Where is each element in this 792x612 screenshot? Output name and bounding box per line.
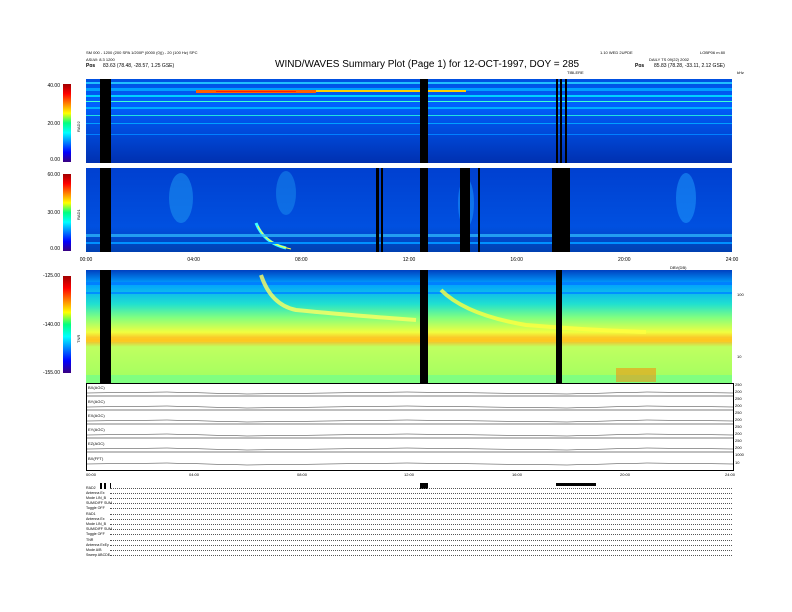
param-rule [110, 534, 732, 535]
param-3: SUM/DIFF SUM [86, 501, 112, 505]
x-tick-08: 08:00 [295, 257, 308, 263]
tnr-right-tick-10: 10 [737, 354, 742, 359]
x-tick-12: 12:00 [402, 257, 416, 263]
line-panel-right-1a: 250 [735, 396, 742, 401]
param-rule [110, 488, 732, 489]
param-rule [110, 529, 732, 530]
param-rule [110, 493, 732, 494]
header-khz-tag: kHz [737, 70, 744, 75]
header-top-left-pos-label: Pos [86, 63, 96, 69]
line-panel-right-4a: 250 [735, 438, 742, 443]
header-mid-tag: TIBLERE [567, 70, 584, 75]
line-panel-label-1: BY(AGC) [88, 399, 105, 404]
param-rule [110, 550, 732, 551]
rad1-ytick-top: 60.00 [47, 172, 60, 178]
param-1: Antenna Ex [86, 491, 105, 495]
rad1-ytick-mid: 30.00 [47, 210, 60, 216]
rad2-ytick-bottom: 0.00 [50, 157, 60, 163]
page-title: WIND/WAVES Summary Plot (Page 1) for 12-… [275, 59, 580, 70]
header-top-mid-right: 1.10 WED 2UPDE [600, 50, 633, 55]
param-9: Toggle OFF [86, 532, 105, 536]
tnr-ytick-bottom: -155.00 [43, 370, 60, 376]
param-5: RAD1 [86, 512, 96, 516]
tnr-right-tick-100: 100 [737, 292, 744, 297]
tnr-ytick-top: -125.00 [43, 273, 60, 279]
param-7: Mode LIN_B [86, 522, 106, 526]
line-panel-right-2a: 250 [735, 410, 742, 415]
rad2-spectrogram [86, 79, 732, 163]
param-rule [110, 524, 732, 525]
rad2-colorbar [63, 84, 71, 162]
line-panel-right-2b: 200 [735, 417, 742, 422]
rad2-label: RAD2 [76, 121, 81, 132]
line-panel-label-3: EY(AGC) [88, 427, 105, 432]
bottom-tick-20: 20:00 [620, 472, 631, 477]
param-10: TNR [86, 538, 94, 542]
param-rule [110, 508, 732, 509]
param-8: SUM/DIFF SUM [86, 527, 112, 531]
rad1-spectrogram [86, 168, 732, 252]
header-top-left-line1: SM 000 - 1200 (200 SPA 1/200P (0000 (0))… [86, 50, 198, 55]
rad1-colorbar [63, 174, 71, 251]
param-rule [110, 545, 732, 546]
param-0: RAD2 [86, 486, 96, 490]
param-2: Mode LIN_B [86, 496, 106, 500]
header-top-left-line2: ASLW: 8.3 1200 [86, 57, 115, 62]
x-tick-24: 24:00 [725, 257, 739, 263]
param-rule [110, 519, 732, 520]
x-tick-16: 16:00 [510, 257, 523, 263]
bottom-tick-00: 00:00 [86, 472, 97, 477]
header-top-right-line2: DAILY TS 09(22) 2002 [649, 57, 690, 62]
param-rule [110, 555, 732, 556]
rad2-ytick-mid: 20.00 [47, 121, 60, 127]
header-top-right-line1: LOBP06 m 80 [700, 50, 726, 55]
gap-marks [86, 478, 732, 489]
tnr-colorbar [63, 276, 71, 373]
tnr-ytick-mid: -140.00 [43, 322, 60, 328]
line-panel-right-0b: 200 [735, 389, 742, 394]
tnr-spectrogram [86, 270, 732, 383]
line-panel-right-1b: 200 [735, 403, 742, 408]
param-rule [110, 540, 732, 541]
line-panel-right-5a: 1000 [735, 452, 744, 457]
param-rule [110, 514, 732, 515]
header-top-right-pos-label: Pos [635, 63, 645, 69]
line-panel-right-5b: 10 [735, 460, 740, 465]
line-panel-label-4: EZ(AGC) [88, 441, 105, 446]
line-panel-right-0a: 250 [735, 382, 742, 387]
header-top-left-pos-value: 83.63 (78.48, -28.57, 1.25 GSE) [103, 63, 175, 69]
rad2-ytick-top: 40.00 [47, 83, 60, 89]
line-panel-right-3a: 250 [735, 424, 742, 429]
x-tick-04: 04:00 [187, 257, 200, 263]
tnr-label: TNR [76, 334, 81, 343]
line-panel-label-0: BX(AGC) [88, 385, 105, 390]
param-4: Toggle OFF [86, 506, 105, 510]
x-tick-00: 00:00 [79, 257, 93, 263]
rad1-ytick-bottom: 0.00 [50, 246, 60, 252]
param-12: Mode A/B [86, 548, 102, 552]
bottom-tick-16: 16:00 [512, 472, 523, 477]
bottom-tick-04: 04:00 [189, 472, 200, 477]
bottom-tick-12: 12:00 [404, 472, 415, 477]
line-panel-right-4b: 200 [735, 445, 742, 450]
param-rule [110, 503, 732, 504]
param-rule [110, 498, 732, 499]
line-panel-right-3b: 200 [735, 431, 742, 436]
header-top-right-pos-value: 85.83 (78.28, -33.11, 2.12 GSE) [654, 63, 725, 69]
bottom-tick-24: 24:00 [725, 472, 736, 477]
param-11: Antenna ExEy [86, 543, 109, 547]
line-panels-frame [86, 383, 734, 471]
param-6: Antenna Ex [86, 517, 105, 521]
x-tick-20: 20:00 [618, 257, 631, 263]
line-panel-label-5: BX(FFT) [88, 456, 104, 461]
param-13: Sweep ABCDE [86, 553, 111, 557]
rad1-label: RAD1 [76, 209, 81, 220]
param-rules [110, 488, 732, 558]
line-panel-label-2: EX(AGC) [88, 413, 105, 418]
bottom-tick-08: 08:00 [297, 472, 308, 477]
